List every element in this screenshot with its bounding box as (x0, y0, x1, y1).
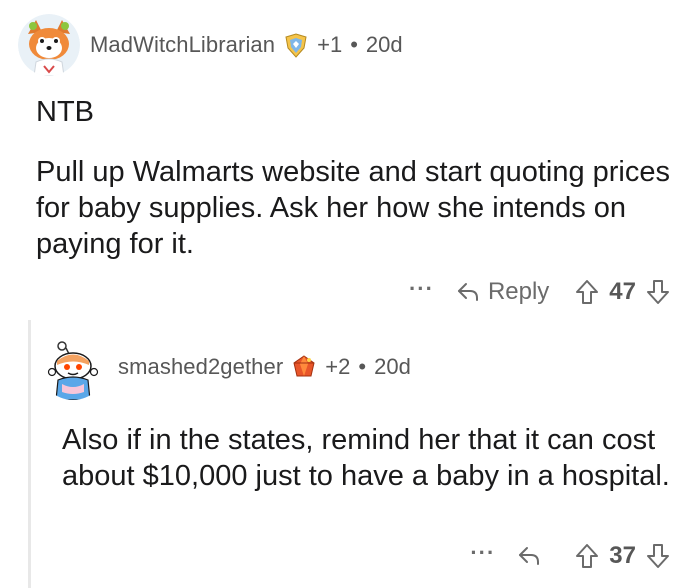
reply-button[interactable] (517, 545, 549, 567)
user-avatar[interactable] (18, 14, 80, 76)
comment-madwitchlibrarian: MadWitchLibrarian +1 • 20d NTB Pull up W… (0, 0, 700, 320)
comment-header: smashed2gether +2 • 20d (40, 334, 411, 400)
downvote-arrow-icon[interactable] (646, 543, 670, 569)
separator-dot: • (350, 32, 358, 57)
reply-button[interactable]: Reply (456, 278, 549, 306)
upvote-arrow-icon[interactable] (575, 543, 599, 569)
vote-controls: 47 (575, 278, 670, 306)
comment-smashed2gether: smashed2gether +2 • 20d Also if in the s… (0, 320, 700, 588)
vote-controls: 37 (575, 542, 670, 570)
comment-body-paragraph: Also if in the states, remind her that i… (62, 424, 670, 492)
score: +1 (317, 32, 343, 57)
fox-snoo-avatar-icon (18, 14, 80, 76)
vote-count: 47 (609, 278, 636, 305)
comment-header: MadWitchLibrarian +1 • 20d (18, 14, 403, 76)
reply-label: Reply (487, 278, 550, 305)
reply-arrow-icon (457, 283, 478, 301)
upvote-arrow-icon[interactable] (575, 279, 599, 305)
snoo-avatar-icon (40, 334, 106, 400)
score: +2 (325, 354, 351, 379)
comment-body-paragraph: Pull up Walmarts website and start quoti… (36, 156, 679, 260)
more-options-button[interactable]: ··· (409, 276, 434, 302)
more-options-button[interactable]: ··· (470, 540, 495, 566)
shield-award-icon (283, 32, 309, 58)
user-avatar[interactable] (40, 334, 106, 400)
downvote-arrow-icon[interactable] (646, 279, 670, 305)
comment-age: 20d (365, 32, 403, 57)
ruby-award-icon (291, 354, 317, 380)
comment-body-line: NTB (36, 96, 94, 128)
username[interactable]: smashed2gether (118, 354, 283, 380)
separator-dot: • (358, 354, 367, 379)
comment-actions: ··· Reply 47 (409, 276, 670, 306)
reply-arrow-icon (519, 547, 540, 565)
comment-age: 20d (374, 354, 411, 379)
vote-count: 37 (609, 542, 636, 569)
username[interactable]: MadWitchLibrarian (90, 32, 275, 58)
comment-actions: ··· 37 (470, 540, 670, 570)
